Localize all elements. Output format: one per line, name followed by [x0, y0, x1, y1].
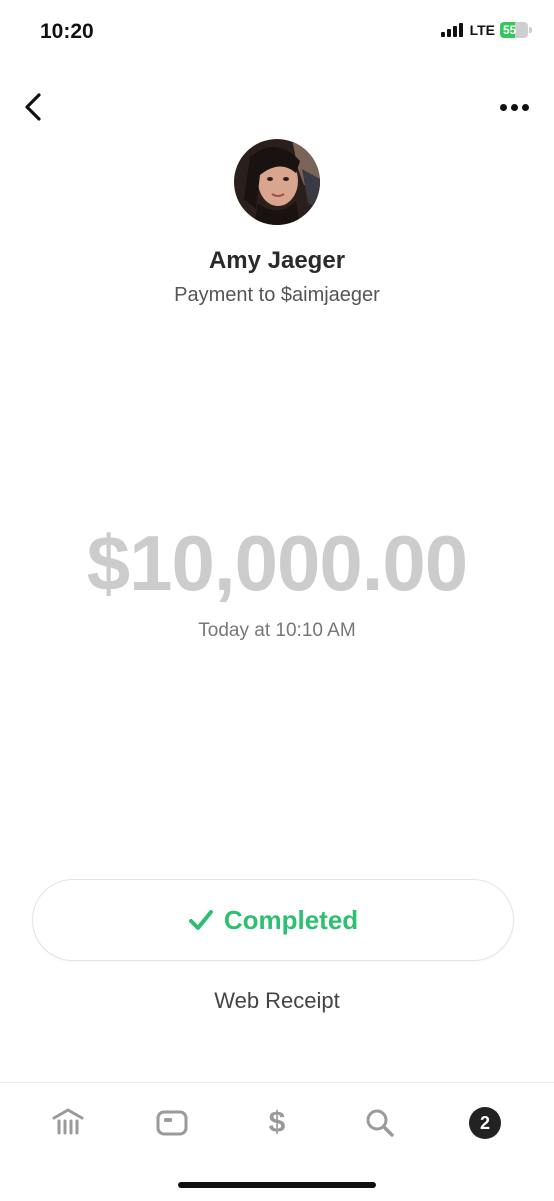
- bank-icon: [52, 1108, 84, 1135]
- battery-percent: 55: [503, 23, 517, 37]
- avatar[interactable]: [234, 139, 320, 225]
- search-icon: [366, 1109, 394, 1137]
- signal-strength-icon: [440, 23, 463, 37]
- dollar-sign-icon: $: [268, 1106, 286, 1139]
- ellipsis-dot: [510, 103, 518, 111]
- payment-subtitle: Payment to $aimjaeger: [174, 284, 380, 306]
- status-label: Completed: [223, 904, 359, 935]
- network-type: LTE: [469, 22, 495, 38]
- status-time: 10:20: [40, 20, 94, 43]
- battery-icon: 55: [500, 22, 528, 38]
- tab-card[interactable]: [150, 1101, 194, 1145]
- card-icon: [156, 1110, 188, 1136]
- payment-amount: $10,000.00: [86, 519, 468, 607]
- home-indicator[interactable]: [178, 1182, 376, 1188]
- avatar-image: [234, 139, 320, 225]
- tab-pay[interactable]: $: [255, 1101, 299, 1145]
- status-indicators: LTE 55: [440, 22, 532, 38]
- back-button[interactable]: [16, 88, 50, 126]
- ellipsis-dot: [521, 103, 529, 111]
- web-receipt-link[interactable]: Web Receipt: [0, 988, 554, 1014]
- tab-search[interactable]: [358, 1101, 402, 1145]
- ellipsis-dot: [499, 103, 507, 111]
- activity-badge-icon: 2: [469, 1107, 501, 1139]
- tab-banking[interactable]: [46, 1101, 90, 1145]
- checkmark-icon: [188, 910, 213, 930]
- tab-activity[interactable]: 2: [463, 1101, 507, 1145]
- status-bar: 10:20 LTE 55: [0, 0, 554, 66]
- recipient-name: Amy Jaeger: [208, 247, 346, 274]
- status-pill[interactable]: Completed: [32, 879, 514, 961]
- payment-timestamp: Today at 10:10 AM: [198, 620, 356, 641]
- more-options-button[interactable]: [494, 92, 534, 122]
- chevron-left-icon: [25, 93, 41, 121]
- battery-terminal: [529, 27, 532, 33]
